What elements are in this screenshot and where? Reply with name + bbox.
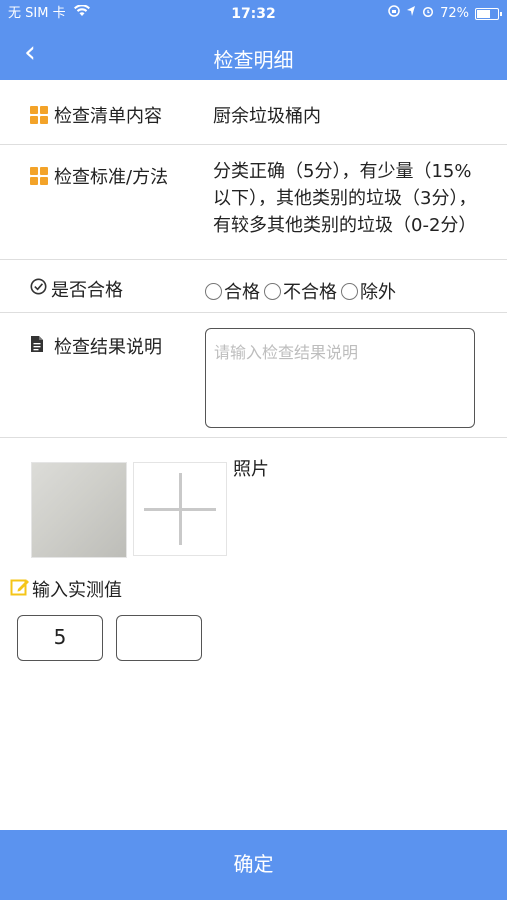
- status-bar: 无 SIM 卡 17:32 72%: [0, 0, 507, 28]
- grid-icon: [30, 167, 48, 185]
- header-bar: 无 SIM 卡 17:32 72% ‹ 检查明细: [0, 0, 507, 80]
- radio-qualified[interactable]: 合格: [205, 278, 260, 304]
- radio-excluded[interactable]: 除外: [341, 278, 396, 304]
- standard-value: 分类正确（5分），有少量（15%以下），其他类别的垃圾（3分），有较多其他类别的…: [213, 161, 477, 236]
- result-label: 检查结果说明: [30, 333, 162, 359]
- standard-label-text: 检查标准/方法: [54, 167, 169, 188]
- result-textarea[interactable]: [205, 328, 475, 428]
- battery-fill: [477, 10, 490, 18]
- alarm-icon: [422, 0, 434, 28]
- qualified-radio-group: 合格 不合格 除外: [205, 278, 396, 304]
- checklist-label-text: 检查清单内容: [54, 106, 162, 127]
- radio-circle: [341, 282, 358, 300]
- location-icon: [406, 0, 416, 28]
- page-title: 检查明细: [213, 48, 294, 72]
- qualified-label: 是否合格: [30, 276, 123, 302]
- battery-icon: [475, 8, 502, 20]
- grid-icon: [30, 106, 48, 124]
- nav-bar: ‹ 检查明细: [0, 30, 507, 80]
- rotation-lock-icon: [388, 0, 400, 28]
- radio-label: 除外: [360, 282, 396, 303]
- photo-thumbnail[interactable]: [31, 462, 127, 558]
- document-icon: [30, 335, 44, 358]
- check-circle-icon: [30, 278, 47, 300]
- edit-icon: [10, 577, 32, 602]
- checklist-value: 厨余垃圾桶内: [213, 106, 321, 127]
- measure-label: 输入实测值: [10, 576, 122, 602]
- result-label-text: 检查结果说明: [54, 337, 162, 358]
- radio-label: 合格: [224, 282, 260, 303]
- status-right: 72%: [388, 0, 502, 28]
- measure-input-1[interactable]: 5: [17, 615, 103, 661]
- standard-label: 检查标准/方法: [30, 163, 168, 189]
- radio-circle: [264, 282, 281, 300]
- add-photo-button[interactable]: [133, 462, 227, 556]
- measure-label-text: 输入实测值: [32, 580, 122, 601]
- radio-circle: [205, 282, 222, 300]
- confirm-button[interactable]: 确定: [0, 830, 507, 900]
- plus-icon-vertical: [179, 473, 182, 545]
- battery-percent: 72%: [440, 6, 469, 21]
- radio-label: 不合格: [283, 282, 337, 303]
- checklist-label: 检查清单内容: [30, 102, 162, 128]
- radio-unqualified[interactable]: 不合格: [264, 278, 337, 304]
- qualified-label-text: 是否合格: [51, 280, 123, 301]
- checklist-row: 检查清单内容 厨余垃圾桶内: [0, 80, 507, 145]
- photo-label: 照片: [233, 459, 269, 480]
- measure-input-2[interactable]: [116, 615, 202, 661]
